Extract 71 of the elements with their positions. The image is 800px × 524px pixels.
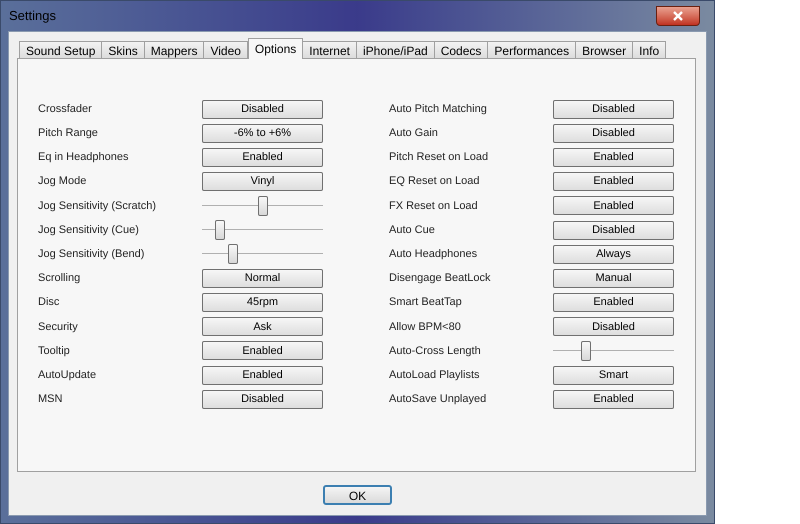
option-label: Pitch Range (38, 126, 99, 142)
option-label: Auto-Cross Length (389, 344, 482, 359)
option-label: AutoUpdate (38, 368, 98, 383)
option-button[interactable]: Disabled (553, 124, 674, 143)
option-button[interactable]: Disabled (553, 220, 674, 240)
option-label: Allow BPM<80 (389, 320, 462, 335)
option-label: Auto Cue (389, 222, 436, 238)
slider-track[interactable] (553, 340, 674, 361)
option-button[interactable]: Vinyl (202, 172, 323, 192)
option-button[interactable]: Disabled (553, 100, 674, 119)
option-button[interactable]: Disabled (553, 317, 674, 336)
ok-button[interactable]: OK (323, 485, 392, 505)
option-label: Jog Sensitivity (Scratch) (38, 198, 157, 214)
window-title: Settings (9, 7, 56, 26)
option-button[interactable]: Normal (202, 268, 323, 288)
close-button[interactable] (656, 6, 700, 26)
option-label: Jog Mode (38, 174, 88, 190)
option-label: AutoLoad Playlists (389, 368, 480, 383)
slider-thumb[interactable] (215, 220, 226, 240)
slider-thumb[interactable] (228, 244, 238, 264)
tab[interactable]: Skins (101, 41, 145, 58)
option-label: Eq in Headphones (38, 150, 130, 166)
option-button[interactable]: Enabled (553, 293, 674, 312)
option-label: Smart BeatTap (389, 295, 463, 310)
option-button[interactable]: Enabled (553, 196, 674, 216)
option-button[interactable]: Enabled (553, 172, 674, 192)
option-label: AutoSave Unplayed (389, 392, 488, 408)
option-button[interactable]: Enabled (202, 341, 323, 360)
option-button[interactable]: Enabled (553, 148, 674, 167)
option-button[interactable]: 45rpm (202, 293, 323, 312)
tab[interactable]: Info (632, 41, 666, 58)
slider-track[interactable] (202, 196, 323, 216)
option-button[interactable]: Enabled (202, 148, 323, 167)
option-label: Scrolling (38, 271, 82, 286)
option-label: Tooltip (38, 344, 71, 359)
option-label: Disengage BeatLock (389, 271, 492, 286)
tab[interactable]: Video (203, 41, 248, 58)
option-label: EQ Reset on Load (389, 174, 481, 190)
tab[interactable]: Sound Setup (19, 41, 102, 58)
option-label: Crossfader (38, 102, 93, 117)
option-button[interactable]: -6% to +6% (202, 124, 323, 143)
option-button[interactable]: Disabled (202, 390, 323, 409)
tab[interactable]: Options (248, 38, 304, 59)
option-label: Pitch Reset on Load (389, 150, 490, 166)
tab[interactable]: Browser (575, 41, 634, 58)
option-label: Auto Gain (389, 126, 439, 142)
option-button[interactable]: Manual (553, 268, 674, 288)
option-label: Disc (38, 295, 60, 310)
option-label: Jog Sensitivity (Cue) (38, 222, 140, 238)
slider-track[interactable] (202, 220, 323, 240)
tab[interactable]: Mappers (144, 41, 204, 58)
option-label: Auto Headphones (389, 246, 478, 262)
option-label: Auto Pitch Matching (389, 102, 488, 117)
tab[interactable]: iPhone/iPad (356, 41, 435, 58)
option-button[interactable]: Smart (553, 366, 674, 385)
option-button[interactable]: Enabled (202, 366, 323, 385)
option-label: FX Reset on Load (389, 198, 479, 214)
slider-track[interactable] (202, 244, 323, 264)
option-button[interactable]: Ask (202, 317, 323, 336)
option-button[interactable]: Enabled (553, 390, 674, 409)
option-button[interactable]: Always (553, 244, 674, 264)
close-icon (673, 11, 683, 21)
option-button[interactable]: Disabled (202, 100, 323, 119)
option-label: Jog Sensitivity (Bend) (38, 246, 146, 262)
tab[interactable]: Codecs (434, 41, 488, 58)
option-label: MSN (38, 392, 64, 408)
tab[interactable]: Internet (302, 41, 357, 58)
tab[interactable]: Performances (487, 41, 576, 58)
option-label: Security (38, 320, 79, 335)
slider-thumb[interactable] (258, 196, 268, 216)
slider-thumb[interactable] (580, 340, 591, 361)
